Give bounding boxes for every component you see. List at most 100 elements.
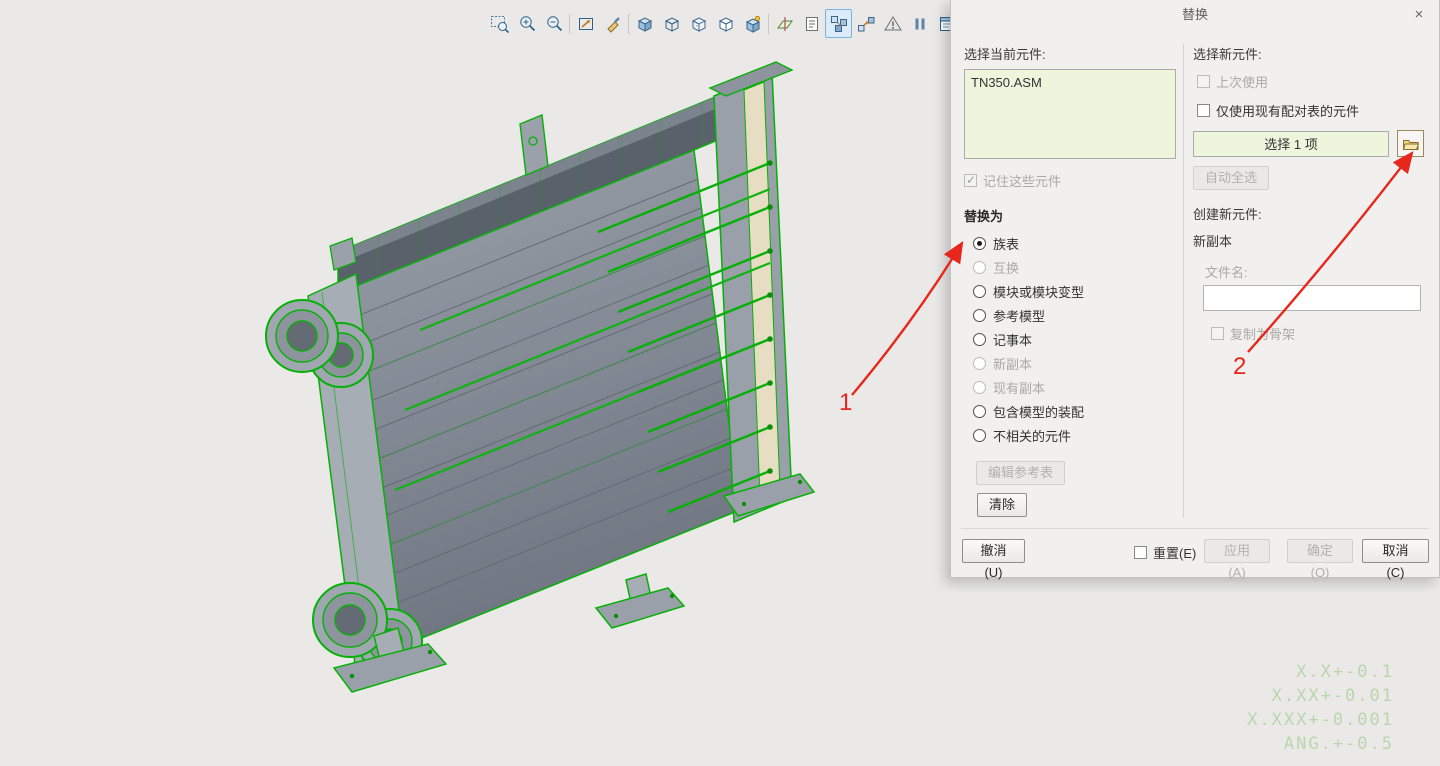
warning-triangle-icon [883, 15, 902, 30]
toolbar-component-assemble-button[interactable] [852, 9, 879, 38]
radio-icon [973, 284, 986, 298]
zoom-in-icon [519, 15, 535, 31]
reset-label: 重置(E) [1153, 546, 1197, 561]
heat-exchanger-model[interactable] [265, 61, 816, 693]
refit-icon [578, 17, 593, 30]
file-name-input[interactable] [1203, 285, 1421, 311]
radio-reference-model[interactable]: 参考模型 [964, 303, 1176, 327]
replace-with-heading: 替换为 [964, 209, 1004, 224]
repaint-icon [606, 16, 620, 33]
current-component-label: 选择当前元件: [964, 47, 1046, 62]
remember-components-checkbox-icon [964, 173, 977, 187]
toolbar-datum-display-button[interactable] [771, 9, 798, 38]
radio-label: 包含模型的装配 [993, 404, 1085, 420]
close-icon[interactable]: × [1411, 6, 1427, 24]
application-window: X.X+-0.1 X.XX+-0.01 X.XXX+-0.001 ANG.+-0… [0, 0, 1440, 766]
wireframe-cube-icon [664, 16, 679, 32]
new-component-pane: 选择新元件: 上次使用 仅使用现有配对表的元件 选择 1 项 自动全选 创建新元… [1193, 44, 1431, 343]
toolbar-assembly-warning-button[interactable] [879, 9, 906, 38]
radio-notebook[interactable]: 记事本 [964, 327, 1176, 351]
radio-label: 新副本 [993, 356, 1033, 372]
ok-button: 确定(O) [1287, 539, 1353, 580]
radio-icon [973, 404, 986, 418]
radio-label: 不相关的元件 [993, 428, 1072, 444]
radio-assembly-containing-model[interactable]: 包含模型的装配 [964, 399, 1176, 423]
radio-label: 参考模型 [993, 308, 1046, 324]
pairing-table-label: 仅使用现有配对表的元件 [1216, 104, 1360, 119]
annotation-icon [805, 16, 818, 31]
radio-label: 族表 [993, 236, 1020, 252]
dialog-title: 替换 [1181, 7, 1208, 22]
clear-button[interactable]: 清除 [977, 493, 1028, 517]
browse-button[interactable] [1397, 130, 1424, 157]
component-assemble-icon [857, 16, 874, 31]
radio-new-copy: 新副本 [964, 351, 1176, 375]
checkbox-pairing-table-only[interactable]: 仅使用现有配对表的元件 [1197, 101, 1431, 120]
reset-checkbox-icon [1134, 546, 1147, 559]
radio-label: 模块或模块变型 [993, 284, 1085, 300]
checkbox-remember-components: 记住这些元件 [964, 171, 1176, 190]
edit-reference-table-button: 编辑参考表 [976, 461, 1066, 485]
radio-label: 记事本 [993, 332, 1033, 348]
radio-icon [973, 356, 986, 370]
new-component-collector[interactable]: 选择 1 项 [1193, 130, 1389, 157]
toolbar-no-hidden-style-button[interactable] [712, 9, 739, 38]
copy-as-skeleton-label: 复制为骨架 [1230, 327, 1296, 342]
toolbar-zoom-in-button[interactable] [513, 9, 540, 38]
toolbar-shaded-style-button[interactable] [631, 9, 658, 38]
zoom-out-icon [546, 15, 562, 31]
radio-label: 互换 [993, 260, 1020, 276]
checkbox-copy-as-skeleton: 复制为骨架 [1211, 324, 1431, 343]
radio-family-table[interactable]: 族表 [964, 231, 1176, 255]
enhanced-realism-icon [745, 15, 760, 33]
radio-icon [973, 308, 986, 322]
create-new-component-label: 创建新元件: [1193, 207, 1262, 222]
datum-plane-icon [776, 16, 793, 31]
radio-icon [973, 236, 986, 250]
toolbar-enhanced-realism-button[interactable] [739, 9, 766, 38]
toolbar-zoom-out-button[interactable] [540, 9, 567, 38]
toolbar-refit-button[interactable] [572, 9, 599, 38]
toolbar-annotation-display-button[interactable] [798, 9, 825, 38]
radio-unrelated-component[interactable]: 不相关的元件 [964, 423, 1176, 447]
zoom-region-icon [490, 15, 509, 33]
toolbar-pause-button[interactable] [906, 9, 933, 38]
last-used-label: 上次使用 [1216, 75, 1269, 90]
tolerance-note: X.X+-0.1 X.XX+-0.01 X.XXX+-0.001 ANG.+-0… [1247, 660, 1394, 756]
radio-icon [973, 428, 986, 442]
replace-with-options: 族表 互换 模块或模块变型 参考模型 记事本 新副本 现有副本 包含模型的装配 … [964, 231, 1176, 447]
toolbar-repaint-button[interactable] [599, 9, 626, 38]
graphics-toolbar [486, 9, 960, 38]
last-used-checkbox-icon [1197, 75, 1210, 88]
toolbar-wireframe-style-button[interactable] [658, 9, 685, 38]
cancel-button[interactable]: 取消(C) [1362, 539, 1429, 580]
radio-icon [973, 260, 986, 274]
new-copy-label: 新副本 [1193, 234, 1233, 249]
new-component-selection-row: 选择 1 项 [1193, 130, 1431, 157]
copy-as-skeleton-checkbox-icon [1211, 327, 1224, 340]
auto-select-all-button: 自动全选 [1193, 166, 1270, 190]
undo-button[interactable]: 撤消(U) [962, 539, 1025, 580]
no-hidden-cube-icon [718, 16, 733, 32]
radio-label: 现有副本 [993, 380, 1046, 396]
shaded-cube-icon [637, 16, 652, 32]
exploded-view-icon [830, 15, 847, 32]
replace-dialog: 替换 × 选择当前元件: TN350.ASM 记住这些元件 替换为 族表 互换 [950, 0, 1440, 580]
checkbox-last-used: 上次使用 [1197, 72, 1431, 91]
checkbox-reset[interactable]: 重置(E) [1134, 543, 1196, 562]
toolbar-separator [569, 13, 570, 34]
tolerance-line: X.XXX+-0.001 [1247, 710, 1394, 730]
toolbar-hidden-line-style-button[interactable] [685, 9, 712, 38]
tolerance-line: ANG.+-0.5 [1283, 734, 1394, 754]
tolerance-line: X.XX+-0.01 [1271, 686, 1394, 706]
remember-components-label: 记住这些元件 [983, 174, 1062, 189]
file-name-label: 文件名: [1205, 265, 1248, 280]
radio-module-or-variant[interactable]: 模块或模块变型 [964, 279, 1176, 303]
apply-button: 应用(A) [1204, 539, 1270, 580]
toolbar-exploded-view-button[interactable] [825, 9, 852, 38]
radio-icon [973, 332, 986, 346]
new-component-label: 选择新元件: [1193, 47, 1262, 62]
current-component-pane: 选择当前元件: TN350.ASM 记住这些元件 替换为 族表 互换 模块或模 [964, 44, 1176, 517]
toolbar-zoom-region-button[interactable] [486, 9, 513, 38]
current-component-collector[interactable]: TN350.ASM [964, 69, 1176, 159]
